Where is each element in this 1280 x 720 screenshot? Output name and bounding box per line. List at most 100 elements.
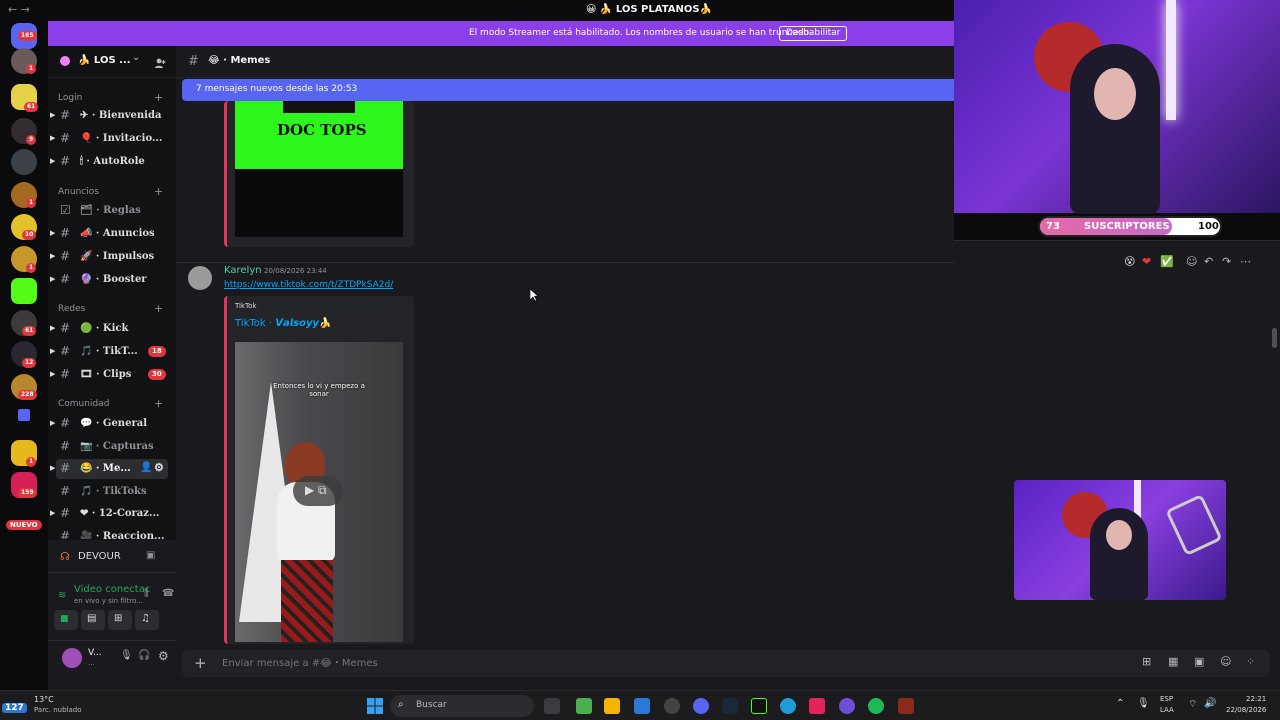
noise-icon[interactable]: ⫼ [144, 588, 149, 599]
subscriber-current: 73 [1046, 221, 1060, 232]
mic-icon[interactable]: 🎙 [1137, 698, 1150, 709]
camera-button[interactable]: ■ [54, 610, 78, 630]
discord-icon[interactable] [693, 698, 709, 714]
embed-video[interactable]: Entonces lo vi y empezo a sonar ▶ ⧉ [235, 342, 403, 642]
attach-plus-icon[interactable]: + [194, 654, 207, 672]
language-code[interactable]: ESP [1160, 695, 1173, 703]
kick-server-icon[interactable] [11, 278, 37, 304]
sticker-icon[interactable]: ▣ [1194, 655, 1204, 668]
user-settings-icon[interactable]: ⚙ [158, 649, 169, 663]
channel-bienvenida[interactable]: ▶ # ✈ · Bienvenida [50, 106, 168, 126]
edge-icon[interactable] [780, 698, 796, 714]
subscriber-label: SUSCRIPTORES [1084, 221, 1170, 232]
category-anuncios[interactable]: Anuncios [58, 187, 99, 197]
headphones-icon[interactable]: 🎧 [138, 650, 150, 661]
reaction-check-icon[interactable]: ✅ [1160, 255, 1174, 268]
channel-12-corazones[interactable]: ▶ # ❤ · 12-Coraz... [50, 504, 168, 524]
add-channel-icon[interactable]: + [154, 185, 163, 198]
chevron-up-icon[interactable]: ⌃ [1116, 698, 1124, 709]
taskbar-search[interactable]: ⌕ Buscar [390, 695, 534, 717]
gif-icon[interactable]: ▦ [1168, 655, 1178, 668]
guild-name: 🍌 LOS ... [78, 55, 131, 66]
forward-icon[interactable]: ↷ [1222, 255, 1231, 268]
gift-icon[interactable]: ⊞ [1142, 655, 1151, 668]
activities-button[interactable]: ⊞ [108, 610, 132, 630]
reply-icon[interactable]: ↶ [1204, 255, 1213, 268]
channel-memes-selected[interactable]: ▶ # 😂 · Me... 👤 ⚙ [50, 459, 168, 479]
channel-reglas[interactable]: ☑ 🗂 · Reglas [56, 201, 168, 221]
avatar[interactable] [62, 648, 82, 668]
guild-header[interactable]: 🍌 LOS ... ⌄ [48, 46, 176, 78]
add-reaction-icon[interactable]: ☺ [1186, 255, 1197, 268]
weather-desc: Parc. nublado [34, 706, 82, 714]
store-icon[interactable] [634, 698, 650, 714]
category-login[interactable]: Login [58, 93, 82, 103]
wifi-icon[interactable]: ⌔ [1188, 698, 1197, 711]
message-link[interactable]: https://www.tiktok.com/t/ZTDPkSA2d/ [224, 280, 393, 290]
activity-name[interactable]: DEVOUR [78, 551, 121, 562]
apps-icon[interactable]: ⁘ [1246, 655, 1255, 668]
volume-icon[interactable]: 🔊 [1204, 698, 1216, 709]
mic-icon[interactable]: 🎙 [120, 650, 133, 661]
channel-anuncios[interactable]: ▶ # 📣 · Anuncios [50, 224, 168, 244]
channel-impulsos[interactable]: ▶ # 🚀 · Impulsos [50, 247, 168, 267]
channel-autorole[interactable]: ▶ # 🕯 · AutoRole [50, 152, 168, 172]
new-messages-text: 7 mensajes nuevos desde las 20:53 [196, 84, 358, 94]
message-input[interactable] [222, 654, 822, 672]
nav-arrows[interactable]: ← → [8, 3, 30, 16]
add-member-icon[interactable] [154, 54, 166, 68]
spotify-icon[interactable] [868, 698, 884, 714]
subscriber-goal-bar: 73 SUSCRIPTORES 100 [1038, 216, 1222, 237]
embed-image[interactable]: DOC TOPS [235, 101, 403, 169]
more-icon[interactable]: ⋯ [1240, 255, 1251, 268]
server-icon[interactable] [11, 149, 37, 175]
tiktok-icon[interactable] [809, 698, 825, 714]
channel-reacciones[interactable]: ▶#🎥 · Reaccion... [56, 527, 168, 539]
devour-app-icon[interactable] [898, 698, 914, 714]
category-comunidad[interactable]: Comunidad [58, 399, 109, 409]
disable-button[interactable]: Deshabilitar [779, 26, 848, 41]
channel-general[interactable]: ▶ # 💬 · General [50, 414, 168, 434]
reaction-heart-icon[interactable]: ❤ [1142, 255, 1151, 268]
gear-icon[interactable]: ⚙ [154, 461, 164, 474]
avatar[interactable] [188, 266, 212, 290]
channel-booster[interactable]: ▶ # 🔮 · Booster [50, 270, 168, 290]
channel-label: 🕯 · AutoRole [80, 156, 145, 167]
reaction-dizzy-icon[interactable]: 😵 [1124, 255, 1135, 268]
new-messages-bar[interactable]: 7 mensajes nuevos desde las 20:53 [182, 79, 954, 101]
play-button[interactable]: ▶ ⧉ [293, 476, 343, 506]
signal-icon[interactable]: ≋ [58, 590, 66, 601]
add-channel-icon[interactable]: + [154, 397, 163, 410]
app-icon[interactable] [839, 698, 855, 714]
message-author[interactable]: Karelyn [224, 265, 262, 276]
channel-tiktoks[interactable]: # 🎵 · TikToks [56, 482, 168, 502]
steam-icon[interactable] [722, 698, 738, 714]
clock-time[interactable]: 22:21 [1246, 695, 1266, 703]
weather-temp[interactable]: 13°C [34, 695, 54, 704]
screenshare-button[interactable]: ▤ [81, 610, 105, 630]
channel-tiktok[interactable]: ▶ # 🎵 · TikT... 18 [50, 342, 168, 362]
category-redes[interactable]: Redes [58, 304, 85, 314]
scrollbar-thumb[interactable] [1272, 328, 1277, 348]
emoji-icon[interactable]: ☺ [1220, 655, 1231, 668]
voice-status[interactable]: Video conectac [74, 584, 150, 595]
add-channel-icon[interactable]: + [154, 91, 163, 104]
windows-start-icon[interactable] [367, 698, 383, 714]
obs-icon[interactable] [664, 698, 680, 714]
kick-app-icon[interactable] [751, 698, 767, 714]
user-status: ... [88, 659, 95, 667]
channel-kick[interactable]: ▶ # 🟢 · Kick [50, 319, 168, 339]
task-view-icon[interactable] [544, 698, 560, 714]
disconnect-icon[interactable]: ☎ [162, 588, 174, 599]
folder-icon[interactable] [18, 409, 30, 421]
channel-capturas[interactable]: # 📷 · Capturas [56, 437, 168, 457]
invite-icon[interactable]: 👤 [140, 462, 152, 473]
add-channel-icon[interactable]: + [154, 302, 163, 315]
soundboard-button[interactable]: ♫ [135, 610, 159, 630]
embed-title[interactable]: TikTok · 𝙑𝙖𝙡𝙨𝙤𝙮𝙮🍌 [235, 318, 331, 329]
widgets-app-icon[interactable] [576, 698, 592, 714]
file-explorer-icon[interactable] [604, 698, 620, 714]
screen-icon[interactable]: ▣ [146, 550, 155, 561]
channel-clips[interactable]: ▶ # 🎞 · Clips 30 [50, 365, 168, 385]
channel-invitaciones[interactable]: ▶ # 🎈 · Invitacio... [50, 129, 168, 149]
